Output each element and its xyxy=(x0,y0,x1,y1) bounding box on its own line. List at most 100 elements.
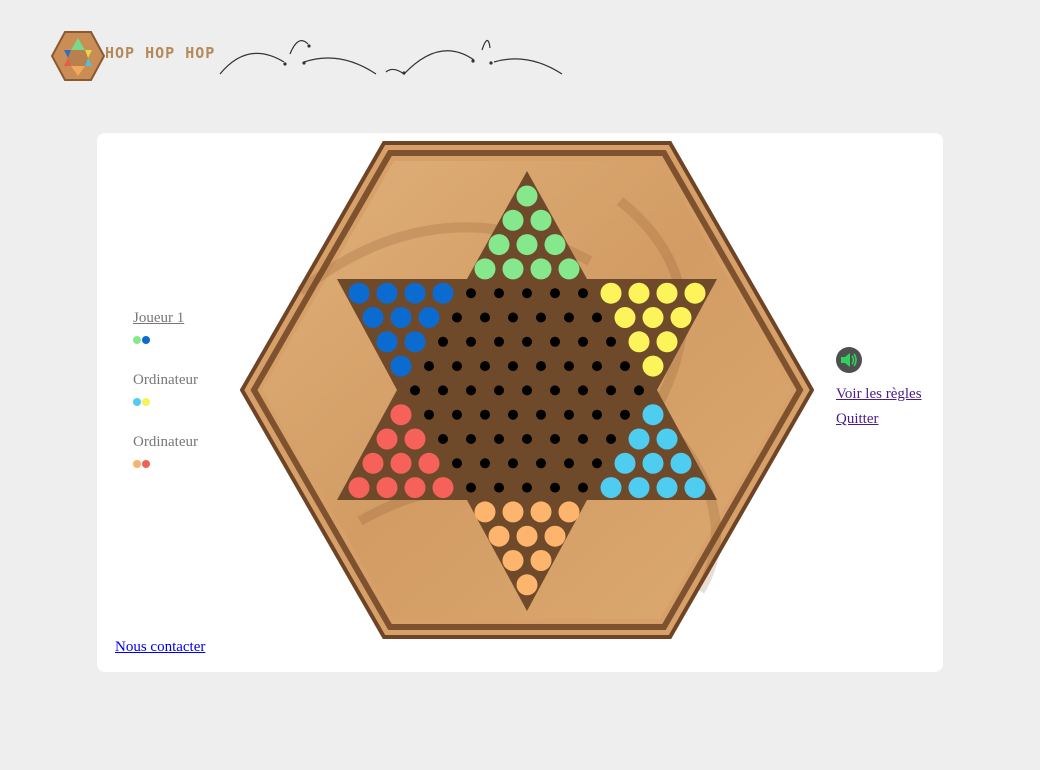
board-hole[interactable] xyxy=(592,312,602,323)
board-hole[interactable] xyxy=(592,409,602,420)
yellow-piece[interactable] xyxy=(656,331,678,353)
board-hole[interactable] xyxy=(550,482,560,493)
speaker-icon[interactable] xyxy=(836,347,862,373)
red-piece[interactable] xyxy=(404,428,426,450)
board-hole[interactable] xyxy=(564,409,574,420)
board-hole[interactable] xyxy=(522,385,532,396)
board-hole[interactable] xyxy=(494,482,504,493)
red-piece[interactable] xyxy=(404,477,426,499)
yellow-piece[interactable] xyxy=(642,307,664,328)
blue-piece[interactable] xyxy=(348,282,370,304)
blue-piece[interactable] xyxy=(404,331,426,353)
board-hole[interactable] xyxy=(536,312,546,323)
quit-link[interactable]: Quitter xyxy=(836,409,946,429)
blue-piece[interactable] xyxy=(432,282,454,304)
board-hole[interactable] xyxy=(494,385,504,396)
board-hole[interactable] xyxy=(606,434,616,444)
board-hole[interactable] xyxy=(480,409,490,420)
board-hole[interactable] xyxy=(522,288,532,299)
green-piece[interactable] xyxy=(544,234,566,256)
board-hole[interactable] xyxy=(592,458,602,469)
board-hole[interactable] xyxy=(620,409,630,420)
board-hole[interactable] xyxy=(564,361,574,372)
orange-piece[interactable] xyxy=(488,525,510,547)
board-hole[interactable] xyxy=(578,482,588,493)
board-hole[interactable] xyxy=(466,482,476,493)
board-hole[interactable] xyxy=(466,434,476,444)
player-name[interactable]: Joueur 1 xyxy=(133,308,253,328)
board-hole[interactable] xyxy=(606,385,616,396)
board-hole[interactable] xyxy=(452,458,462,469)
board-hole[interactable] xyxy=(494,288,504,299)
board-hole[interactable] xyxy=(522,336,532,347)
orange-piece[interactable] xyxy=(544,525,566,547)
board-hole[interactable] xyxy=(494,434,504,444)
board-hole[interactable] xyxy=(480,458,490,469)
blue-piece[interactable] xyxy=(376,331,398,353)
red-piece[interactable] xyxy=(390,404,412,426)
orange-piece[interactable] xyxy=(530,501,552,523)
cyan-piece[interactable] xyxy=(628,428,650,450)
cyan-piece[interactable] xyxy=(656,477,678,499)
board-hole[interactable] xyxy=(578,288,588,299)
board-hole[interactable] xyxy=(466,385,476,396)
board-hole[interactable] xyxy=(480,312,490,323)
red-piece[interactable] xyxy=(362,452,384,474)
yellow-piece[interactable] xyxy=(614,307,636,328)
board-hole[interactable] xyxy=(550,336,560,347)
blue-piece[interactable] xyxy=(390,307,412,328)
board-hole[interactable] xyxy=(508,409,518,420)
green-piece[interactable] xyxy=(530,258,552,280)
red-piece[interactable] xyxy=(418,452,440,474)
red-piece[interactable] xyxy=(432,477,454,499)
board-hole[interactable] xyxy=(550,385,560,396)
yellow-piece[interactable] xyxy=(642,355,664,377)
cyan-piece[interactable] xyxy=(642,452,664,474)
cyan-piece[interactable] xyxy=(670,452,692,474)
yellow-piece[interactable] xyxy=(684,282,706,304)
yellow-piece[interactable] xyxy=(628,282,650,304)
orange-piece[interactable] xyxy=(502,501,524,523)
blue-piece[interactable] xyxy=(418,307,440,328)
board-hole[interactable] xyxy=(480,361,490,372)
board-hole[interactable] xyxy=(438,336,448,347)
red-piece[interactable] xyxy=(348,477,370,499)
orange-piece[interactable] xyxy=(516,525,538,547)
board-hole[interactable] xyxy=(620,361,630,372)
board-hole[interactable] xyxy=(452,361,462,372)
green-piece[interactable] xyxy=(516,234,538,256)
cyan-piece[interactable] xyxy=(628,477,650,499)
orange-piece[interactable] xyxy=(530,550,552,571)
blue-piece[interactable] xyxy=(376,282,398,304)
green-piece[interactable] xyxy=(474,258,496,280)
orange-piece[interactable] xyxy=(502,550,524,571)
yellow-piece[interactable] xyxy=(628,331,650,353)
red-piece[interactable] xyxy=(376,477,398,499)
cyan-piece[interactable] xyxy=(600,477,622,499)
board-hole[interactable] xyxy=(424,409,434,420)
yellow-piece[interactable] xyxy=(656,282,678,304)
red-piece[interactable] xyxy=(376,428,398,450)
green-piece[interactable] xyxy=(502,209,524,231)
board-hole[interactable] xyxy=(578,385,588,396)
board-hole[interactable] xyxy=(508,458,518,469)
rules-link[interactable]: Voir les règles xyxy=(836,384,946,404)
board-hole[interactable] xyxy=(466,336,476,347)
green-piece[interactable] xyxy=(488,234,510,256)
cyan-piece[interactable] xyxy=(642,404,664,426)
cyan-piece[interactable] xyxy=(614,452,636,474)
yellow-piece[interactable] xyxy=(670,307,692,328)
board-hole[interactable] xyxy=(550,288,560,299)
board-hole[interactable] xyxy=(452,312,462,323)
board-hole[interactable] xyxy=(438,434,448,444)
board-hole[interactable] xyxy=(536,458,546,469)
blue-piece[interactable] xyxy=(404,282,426,304)
board-hole[interactable] xyxy=(508,312,518,323)
board-hole[interactable] xyxy=(508,361,518,372)
contact-link[interactable]: Nous contacter xyxy=(115,639,205,656)
green-piece[interactable] xyxy=(530,209,552,231)
board-hole[interactable] xyxy=(536,361,546,372)
board-hole[interactable] xyxy=(438,385,448,396)
cyan-piece[interactable] xyxy=(656,428,678,450)
board-hole[interactable] xyxy=(606,336,616,347)
